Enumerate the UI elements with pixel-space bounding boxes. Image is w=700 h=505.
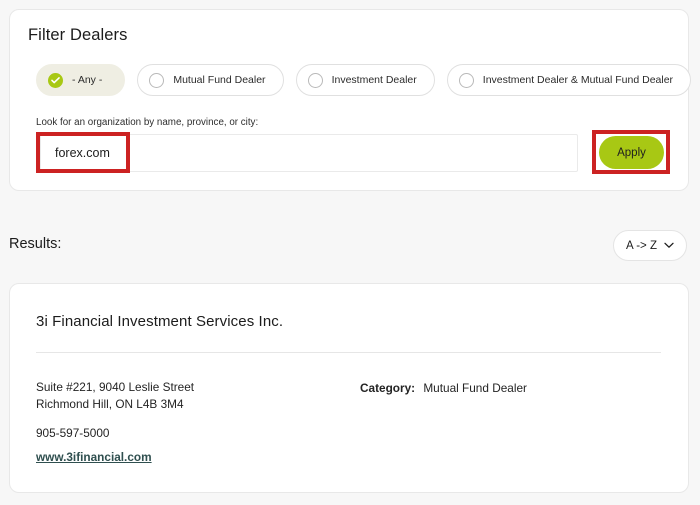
page-title: Filter Dealers [28,26,128,44]
filter-chip-any[interactable]: - Any - [36,64,126,96]
category-value: Mutual Fund Dealer [423,381,527,395]
chevron-down-icon [664,240,674,252]
address-line-2: Richmond Hill, ON L4B 3M4 [36,397,184,411]
radio-icon [307,72,323,88]
apply-button[interactable]: Apply [599,136,664,169]
radio-icon [458,72,474,88]
address-line-1: Suite #221, 9040 Leslie Street [36,380,195,394]
dealer-type-filter-group: - Any - Mutual Fund Dealer Investment De… [36,64,692,96]
filter-chip-investment-and-mutual-fund-dealer[interactable]: Investment Dealer & Mutual Fund Dealer [446,64,692,96]
website-link[interactable]: www.3ifinancial.com [36,450,152,464]
sort-order-dropdown[interactable]: A -> Z [613,230,687,261]
search-input[interactable] [40,134,578,172]
check-icon [48,72,63,88]
page-root: Filter Dealers - Any - Mutual Fund Deale… [0,0,700,505]
category-row: Category: Mutual Fund Dealer [360,381,527,395]
filter-chip-mutual-fund-dealer[interactable]: Mutual Fund Dealer [137,64,284,96]
results-label: Results: [9,236,62,252]
card-divider [36,352,661,353]
address-block: Suite #221, 9040 Leslie Street Richmond … [36,379,194,413]
filter-chip-label: Investment Dealer & Mutual Fund Dealer [482,73,674,86]
radio-icon [149,72,165,88]
sort-order-value: A -> Z [626,239,657,252]
organization-name: 3i Financial Investment Services Inc. [36,313,284,330]
filter-chip-label: Investment Dealer [331,73,417,86]
filter-chip-label: - Any - [72,73,103,86]
phone-number: 905-597-5000 [36,426,110,440]
filter-chip-label: Mutual Fund Dealer [173,73,266,86]
filter-chip-investment-dealer[interactable]: Investment Dealer [295,64,435,96]
category-label: Category: [360,381,416,395]
search-field-label: Look for an organization by name, provin… [36,117,259,128]
